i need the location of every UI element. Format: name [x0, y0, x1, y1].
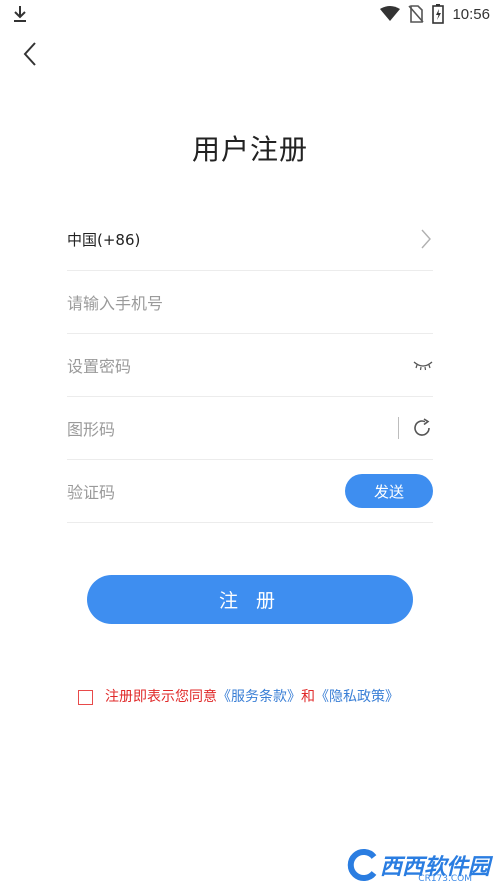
register-form: 中国(+86) 请输入手机号 设置密码 图形码 验证码 发送	[67, 208, 433, 523]
phone-input[interactable]: 请输入手机号	[67, 290, 163, 314]
chevron-right-icon	[421, 229, 431, 249]
password-field[interactable]: 设置密码	[67, 334, 433, 397]
captcha-divider	[398, 417, 399, 439]
download-icon	[14, 6, 26, 22]
captcha-field[interactable]: 图形码	[67, 397, 433, 460]
agreement-and: 和	[301, 689, 315, 705]
back-button[interactable]	[18, 40, 46, 68]
status-time: 10:56	[452, 5, 490, 23]
watermark-logo: 西西软件园 CR173.COM	[346, 848, 490, 884]
wifi-icon	[380, 6, 401, 21]
agreement-text: 注册即表示您同意	[105, 689, 217, 705]
verify-code-input[interactable]: 验证码	[67, 479, 115, 503]
verify-code-field[interactable]: 验证码 发送	[67, 460, 433, 523]
phone-field[interactable]: 请输入手机号	[67, 271, 433, 334]
terms-link[interactable]: 《服务条款》	[217, 686, 301, 706]
page-title: 用户注册	[191, 133, 308, 166]
eye-closed-icon[interactable]	[413, 358, 433, 372]
password-input[interactable]: 设置密码	[67, 353, 131, 377]
agreement: 注册即表示您同意 《服务条款》 和 《隐私政策》	[78, 686, 399, 706]
watermark-c-icon	[347, 849, 377, 881]
captcha-input[interactable]: 图形码	[67, 416, 115, 440]
battery-icon	[432, 4, 445, 24]
country-selector[interactable]: 中国(+86)	[67, 208, 433, 271]
send-code-button[interactable]: 发送	[345, 474, 433, 508]
watermark-sub: CR173.COM	[418, 874, 472, 884]
refresh-icon[interactable]	[411, 417, 433, 439]
status-bar: 10:56	[0, 0, 500, 30]
chevron-left-icon	[23, 42, 36, 66]
agreement-checkbox[interactable]	[78, 689, 93, 705]
no-sim-icon	[408, 5, 425, 23]
country-code-label: 中国(+86)	[67, 230, 141, 249]
register-button[interactable]: 注 册	[87, 575, 413, 624]
privacy-link[interactable]: 《隐私政策》	[315, 686, 399, 706]
